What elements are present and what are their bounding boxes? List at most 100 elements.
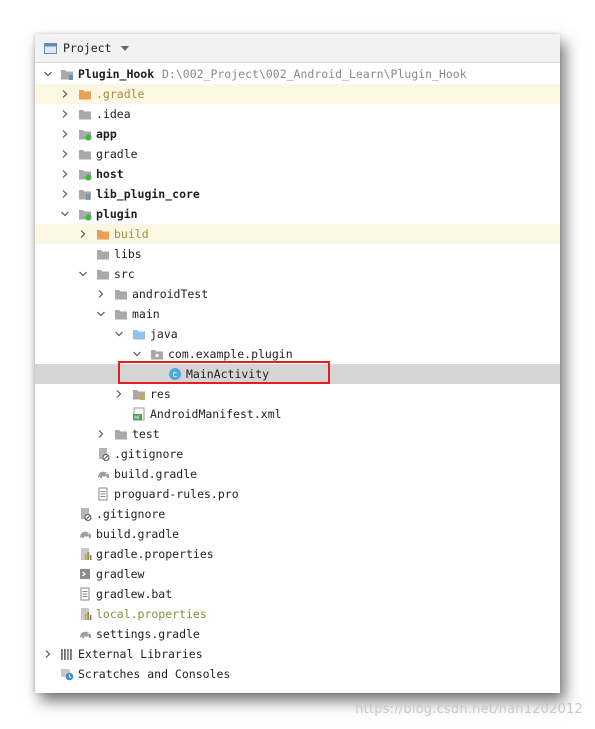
source-folder-icon	[133, 330, 145, 340]
tree-row-test-dir[interactable]: test	[35, 424, 560, 444]
properties-file-icon	[81, 548, 92, 560]
chevron-down-icon[interactable]	[96, 309, 106, 319]
tree-row-scratches[interactable]: Scratches and Consoles	[35, 664, 560, 684]
plugin-module-label: plugin	[96, 207, 138, 221]
root-project-label: Plugin_Hook	[78, 67, 155, 81]
chevron-right-icon[interactable]	[60, 149, 70, 159]
project-view-header: Project	[35, 34, 560, 63]
src-dir-label: src	[114, 267, 135, 281]
view-dropdown-arrow-icon[interactable]	[121, 46, 129, 51]
shell-script-icon	[80, 569, 90, 579]
gradle-properties-label: gradle.properties	[96, 547, 214, 561]
chevron-down-icon[interactable]	[60, 209, 70, 219]
chevron-right-icon[interactable]	[96, 429, 106, 439]
chevron-right-icon[interactable]	[114, 389, 124, 399]
folder-icon	[97, 270, 109, 280]
tree-row-manifest[interactable]: MF AndroidManifest.xml	[35, 404, 560, 424]
tree-row-lib-module[interactable]: lib_plugin_core	[35, 184, 560, 204]
tree-row-main-dir[interactable]: main	[35, 304, 560, 324]
svg-text:MF: MF	[134, 415, 141, 421]
root-project-path: D:\002_Project\002_Android_Learn\Plugin_…	[162, 67, 467, 81]
tree-row-src-dir[interactable]: src	[35, 264, 560, 284]
gitignore-file-icon	[81, 508, 92, 521]
tree-row-gradle-properties[interactable]: gradle.properties	[35, 544, 560, 564]
folder-icon	[115, 430, 127, 440]
main-dir-label: main	[132, 307, 160, 321]
library-module-icon	[79, 190, 91, 200]
chevron-down-icon[interactable]	[43, 69, 53, 79]
external-libraries-label: External Libraries	[78, 647, 203, 661]
host-module-label: host	[96, 167, 124, 181]
plugin-build-gradle-label: build.gradle	[114, 467, 198, 481]
tree-row-settings-gradle[interactable]: settings.gradle	[35, 624, 560, 644]
tree-row-res-dir[interactable]: res	[35, 384, 560, 404]
folder-icon	[115, 310, 127, 320]
resource-folder-icon	[133, 390, 145, 400]
tree-row-gradlew-bat[interactable]: gradlew.bat	[35, 584, 560, 604]
gradle-elephant-icon	[80, 631, 91, 638]
tree-row-idea-dir[interactable]: .idea	[35, 104, 560, 124]
watermark-text: https://blog.csdn.net/han1202012	[355, 702, 583, 717]
package-icon	[151, 350, 163, 360]
chevron-right-icon[interactable]	[43, 649, 53, 659]
tree-row-plugin-build-gradle[interactable]: build.gradle	[35, 464, 560, 484]
package-label: com.example.plugin	[168, 347, 293, 361]
tree-row-gradlew[interactable]: gradlew	[35, 564, 560, 584]
highlight-annotation-box	[118, 361, 330, 384]
module-folder-icon	[61, 70, 73, 80]
project-window-icon	[44, 43, 57, 54]
tree-row-androidtest-dir[interactable]: androidTest	[35, 284, 560, 304]
project-view-title[interactable]: Project	[63, 41, 111, 55]
chevron-right-icon[interactable]	[60, 109, 70, 119]
proguard-label: proguard-rules.pro	[114, 487, 239, 501]
chevron-right-icon[interactable]	[60, 189, 70, 199]
tree-row-plugin-gitignore[interactable]: .gitignore	[35, 444, 560, 464]
chevron-down-icon[interactable]	[78, 269, 88, 279]
folder-icon	[115, 290, 127, 300]
tree-row-proguard[interactable]: proguard-rules.pro	[35, 484, 560, 504]
gradlew-label: gradlew	[96, 567, 145, 581]
test-dir-label: test	[132, 427, 160, 441]
text-file-icon	[80, 587, 90, 601]
tree-row-external-libraries[interactable]: External Libraries	[35, 644, 560, 664]
tree-row-plugin-module[interactable]: plugin	[35, 204, 560, 224]
manifest-file-icon: MF	[133, 407, 145, 421]
chevron-right-icon[interactable]	[60, 169, 70, 179]
root-build-gradle-label: build.gradle	[96, 527, 180, 541]
tree-row-java-dir[interactable]: java	[35, 324, 560, 344]
res-dir-label: res	[150, 387, 171, 401]
lib-module-label: lib_plugin_core	[96, 187, 200, 201]
app-module-label: app	[96, 127, 117, 141]
tree-row-root[interactable]: Plugin_Hook D:\002_Project\002_Android_L…	[35, 64, 560, 84]
tree-row-libs-dir[interactable]: libs	[35, 244, 560, 264]
text-file-icon	[98, 487, 108, 501]
folder-icon	[97, 250, 109, 260]
gradle-elephant-icon	[80, 531, 91, 538]
chevron-down-icon[interactable]	[114, 329, 124, 339]
tree-row-gradle-folder[interactable]: gradle	[35, 144, 560, 164]
tree-row-local-properties[interactable]: local.properties	[35, 604, 560, 624]
gradlew-bat-label: gradlew.bat	[96, 587, 173, 601]
tree-row-root-build-gradle[interactable]: build.gradle	[35, 524, 560, 544]
chevron-right-icon[interactable]	[96, 289, 106, 299]
chevron-down-icon[interactable]	[132, 349, 142, 359]
gradle-elephant-icon	[98, 471, 109, 478]
tree-row-root-gitignore[interactable]: .gitignore	[35, 504, 560, 524]
androidtest-dir-label: androidTest	[132, 287, 209, 301]
chevron-right-icon[interactable]	[78, 229, 88, 239]
tree-row-app-module[interactable]: app	[35, 124, 560, 144]
root-gitignore-label: .gitignore	[96, 507, 166, 521]
android-module-icon	[79, 210, 92, 221]
scratches-label: Scratches and Consoles	[78, 667, 231, 681]
gradle-dir-label: .gradle	[96, 87, 145, 101]
tree-row-gradle-dir[interactable]: .gradle	[35, 84, 560, 104]
chevron-right-icon[interactable]	[60, 89, 70, 99]
chevron-right-icon[interactable]	[60, 129, 70, 139]
tree-row-build-dir[interactable]: build	[35, 224, 560, 244]
libs-dir-label: libs	[114, 247, 142, 261]
folder-icon	[79, 110, 91, 120]
java-dir-label: java	[150, 327, 178, 341]
tree-row-host-module[interactable]: host	[35, 164, 560, 184]
external-libraries-icon	[61, 649, 72, 660]
build-dir-label: build	[114, 227, 149, 241]
